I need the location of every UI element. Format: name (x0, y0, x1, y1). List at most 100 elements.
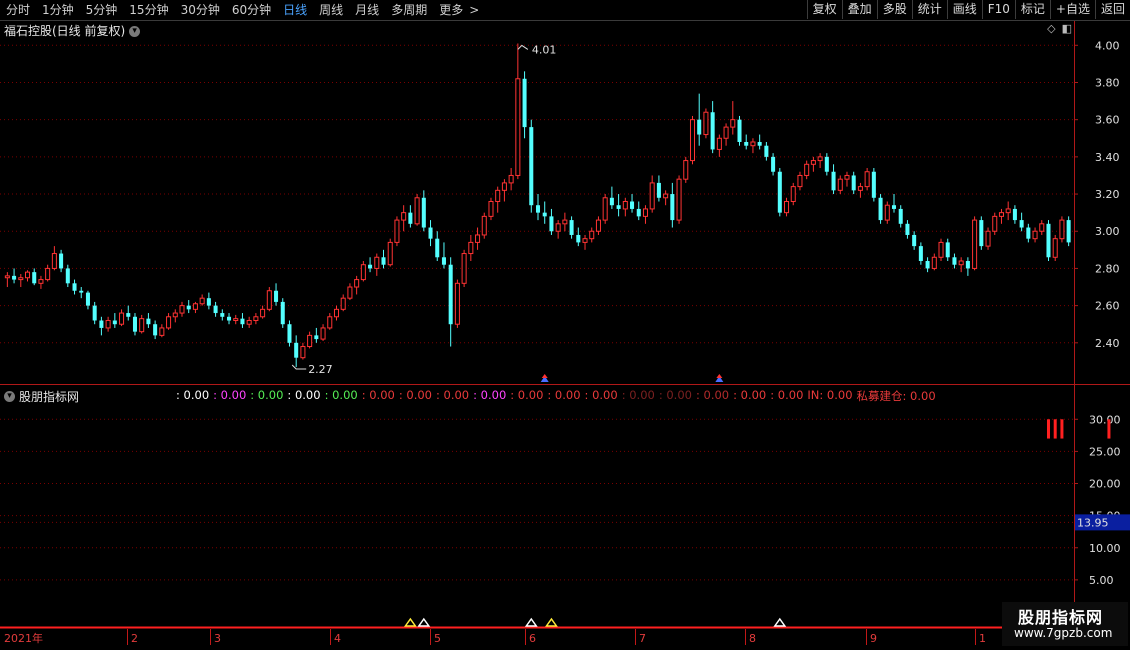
candle-body (864, 171, 870, 188)
candle-body (240, 318, 245, 325)
price-tick-label: 3.20 (1095, 188, 1120, 201)
candle-body (965, 260, 970, 269)
indicator-tick-label: 10.00 (1089, 542, 1121, 555)
candle-body (428, 227, 433, 239)
candle-body (38, 279, 44, 284)
candle-body (65, 268, 70, 284)
price-tick-label: 2.80 (1095, 262, 1120, 275)
watermark-url: www.7gpzb.com (1014, 626, 1113, 640)
candle-body (609, 197, 614, 206)
indicator-bar (1060, 419, 1064, 439)
candle-body (333, 308, 340, 318)
candle-body (280, 301, 285, 325)
candle-body (488, 200, 494, 217)
candle-body (1005, 208, 1011, 214)
candle-body (387, 241, 393, 266)
indicator-tick-label: 20.00 (1089, 478, 1121, 491)
candle-body (857, 186, 863, 191)
candle-body (905, 223, 910, 235)
candle-body (912, 234, 917, 247)
candle-body (414, 197, 420, 225)
x-axis-label: 6 (529, 632, 536, 645)
candle-body (750, 141, 756, 147)
indicator-bar (1053, 419, 1057, 439)
candle-body (146, 318, 151, 325)
event-marker-icon (541, 374, 548, 378)
candle-body (777, 171, 782, 213)
candle-body (266, 290, 272, 310)
candle-body (105, 319, 111, 329)
price-tick-label: 3.80 (1095, 76, 1120, 89)
candle-body (454, 282, 460, 325)
watermark-title: 股朋指标网 (1018, 608, 1104, 627)
indicator-tick-label: 30.00 (1089, 413, 1121, 426)
candle-body (837, 178, 843, 191)
candle-body (958, 260, 964, 266)
candle-body (784, 200, 790, 214)
candle-body (227, 316, 232, 321)
candle-body (730, 119, 736, 128)
candle-body (192, 303, 198, 310)
candle-body (683, 160, 689, 180)
candle-body (260, 308, 266, 318)
candle-body (844, 174, 850, 180)
candle-body (368, 264, 373, 269)
candle-body (51, 253, 57, 269)
candle-body (1046, 223, 1051, 258)
candle-body (461, 253, 467, 284)
candle-body (1066, 220, 1071, 243)
candle-body (421, 197, 426, 228)
candle-body (199, 297, 205, 305)
candle-body (347, 286, 353, 299)
candle-body (119, 312, 125, 325)
kline-chart[interactable]: 4.00 3.80 3.60 3.40 3.20 3.00 2.80 2.60 2.40 4.01… (0, 0, 1130, 650)
candle-body (595, 219, 601, 232)
candle-body (515, 78, 521, 176)
candle-body (307, 334, 313, 348)
candle-body (764, 145, 769, 157)
candle-body (636, 208, 641, 217)
candle-body (576, 234, 581, 243)
candle-body (72, 283, 77, 291)
candle-body (656, 182, 661, 198)
candle-body (45, 267, 51, 281)
candle-body (851, 175, 856, 191)
x-axis-label: 3 (214, 632, 221, 645)
x-axis-label: 8 (749, 632, 756, 645)
candle-body (998, 212, 1004, 217)
signal-triangle-icon (773, 617, 787, 627)
candle-body (797, 174, 803, 188)
candle-body (790, 186, 796, 202)
candle-body (441, 257, 446, 265)
candle-body (435, 238, 440, 258)
candle-body (481, 215, 487, 236)
candle-body (126, 313, 131, 317)
candle-body (972, 219, 978, 269)
candle-body (737, 119, 742, 142)
candle-body (4, 275, 10, 279)
candle-body (555, 223, 561, 232)
candle-body (992, 215, 998, 232)
candle-body (535, 205, 541, 213)
indicator-tick-label: 25.00 (1089, 445, 1121, 458)
candle-body (723, 126, 729, 139)
price-tick-label: 4.00 (1095, 39, 1120, 52)
candle-body (360, 264, 366, 281)
candle-body (99, 320, 104, 328)
candle-body (139, 318, 145, 333)
candle-body (475, 234, 481, 243)
candle-body (112, 320, 117, 325)
candle-body (327, 316, 333, 329)
candle-body (24, 271, 31, 279)
candle-body (1026, 227, 1031, 239)
candle-body (649, 182, 655, 210)
candle-body (79, 290, 84, 293)
event-marker-icon (716, 374, 723, 378)
signal-triangle-icon (417, 617, 431, 627)
candle-body (831, 171, 836, 191)
candle-body (670, 194, 675, 221)
candle-body (918, 246, 923, 261)
candle-body (663, 193, 669, 199)
candle-body (153, 324, 158, 336)
candle-body (206, 298, 211, 306)
